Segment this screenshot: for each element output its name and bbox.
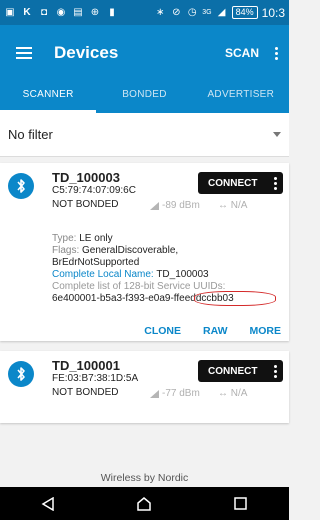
connect-button[interactable]: CONNECT (198, 360, 283, 382)
rssi-value: -89 dBm (162, 200, 200, 211)
connect-label: CONNECT (208, 177, 258, 189)
connect-button[interactable]: CONNECT (198, 172, 283, 194)
notification-icon: ▮ (109, 6, 115, 18)
status-bar: ▣ K ◘ ◉ ▤ ⊕ ▮ ∗ ⊘ ◷ 3G ◢ 84% 10:3 (0, 0, 289, 25)
bluetooth-device-icon (8, 361, 34, 387)
app-bar: Devices SCAN (0, 25, 289, 81)
rssi-indicator: -89 dBm (150, 200, 200, 211)
device-address: FE:03:B7:38:1D:5A (52, 373, 139, 384)
advertisement-details: Type: LE only Flags: GeneralDiscoverable… (52, 233, 281, 306)
connect-options-icon[interactable] (269, 172, 281, 194)
camera-icon: ◉ (56, 6, 66, 18)
advertising-interval: ↔ N/A (218, 200, 248, 211)
dropdown-arrow-icon (273, 132, 281, 137)
recents-icon[interactable] (221, 487, 261, 520)
tab-bonded[interactable]: BONDED (96, 81, 192, 113)
alarm-icon: ◷ (187, 6, 197, 18)
menu-icon[interactable] (0, 25, 48, 81)
footer-text: Wireless by Nordic (100, 472, 189, 484)
network-type: 3G (202, 9, 212, 16)
more-button[interactable]: MORE (250, 325, 282, 337)
device-name: TD_100001 (52, 358, 120, 373)
filter-label: No filter (8, 127, 53, 142)
clock: 10:3 (261, 5, 285, 20)
device-address: C5:79:74:07:09:6C (52, 185, 136, 196)
tab-bar: SCANNER BONDED ADVERTISER (0, 81, 289, 113)
chat-icon: ◘ (40, 6, 48, 18)
signal-strength-icon (150, 389, 159, 398)
mail-icon: ▤ (73, 6, 83, 18)
filter-dropdown[interactable]: No filter (0, 113, 289, 157)
scan-button[interactable]: SCAN (217, 46, 267, 60)
bond-status: NOT BONDED (52, 199, 119, 210)
signal-icon: ◢ (217, 6, 226, 18)
battery-indicator: 84% (231, 6, 258, 19)
bluetooth-device-icon (8, 173, 34, 199)
annotation-circle (194, 291, 276, 306)
page-title: Devices (54, 43, 119, 62)
signal-strength-icon (150, 201, 159, 210)
uuid-row: 6e400001-b5a3-f393-e0a9-ffeeddccbb03 (52, 291, 281, 306)
tab-scanner[interactable]: SCANNER (0, 81, 97, 113)
connect-label: CONNECT (208, 365, 258, 377)
advertising-interval: ↔ N/A (218, 388, 248, 399)
k-icon: K (23, 6, 31, 18)
overflow-menu-icon[interactable] (267, 25, 285, 81)
bond-status: NOT BONDED (52, 387, 119, 398)
system-icons: ∗ ⊘ ◷ 3G ◢ 84% 10:3 (154, 6, 285, 20)
tab-advertiser[interactable]: ADVERTISER (193, 81, 289, 113)
rssi-value: -77 dBm (162, 388, 200, 399)
device-card[interactable]: TD_100001 FE:03:B7:38:1D:5A NOT BONDED -… (0, 351, 289, 423)
notification-icons: ▣ K ◘ ◉ ▤ ⊕ ▮ (4, 7, 118, 19)
rssi-indicator: -77 dBm (150, 388, 200, 399)
clone-button[interactable]: CLONE (144, 325, 181, 337)
raw-button[interactable]: RAW (203, 325, 228, 337)
screenshot-icon: ▣ (5, 6, 15, 18)
type-row: Type: LE only (52, 233, 113, 244)
system-nav-bar (0, 487, 289, 520)
flags-row: Flags: GeneralDiscoverable, BrEdrNotSupp… (52, 245, 179, 268)
dnd-icon: ⊘ (172, 6, 181, 18)
card-actions: CLONE RAW MORE (144, 325, 281, 337)
connect-options-icon[interactable] (269, 360, 281, 382)
device-card[interactable]: TD_100003 C5:79:74:07:09:6C NOT BONDED -… (0, 163, 289, 341)
globe-icon: ⊕ (90, 6, 100, 18)
back-icon[interactable] (28, 487, 68, 520)
device-name: TD_100003 (52, 170, 120, 185)
local-name-row: Complete Local Name: TD_100003 (52, 269, 209, 280)
home-icon[interactable] (124, 487, 164, 520)
bluetooth-icon: ∗ (156, 6, 165, 18)
